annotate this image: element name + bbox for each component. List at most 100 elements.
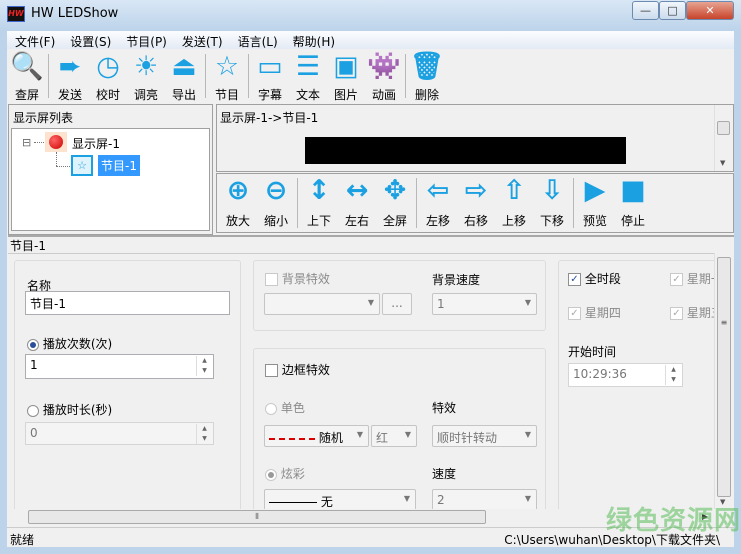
play-count-radio[interactable] xyxy=(27,338,39,351)
move-arrows-icon: ✥ xyxy=(383,175,407,206)
toolbar-delete-button[interactable]: 🗑 删除 xyxy=(408,50,446,102)
start-time-label: 开始时间 xyxy=(568,345,617,359)
program-properties: 名称 节目-1 播放次数(次) 1 ▲ ▼ 播放时长(秒) 0 ▲ ▼ 背景特效 ▼ .… xyxy=(8,253,714,509)
monday-checkbox[interactable]: ✓ 星期一 xyxy=(670,270,714,287)
menu-file[interactable]: 文件(F) xyxy=(7,31,62,49)
title-bar: HW HW LEDShow — □ ✕ xyxy=(0,0,741,31)
play-count-value: 1 xyxy=(30,358,38,372)
separator xyxy=(248,54,249,98)
menu-help[interactable]: 帮助(H) xyxy=(285,31,342,49)
chevron-down-icon: ▼ xyxy=(403,494,410,503)
led-preview-canvas[interactable] xyxy=(305,137,626,164)
all-time-checkbox[interactable]: ✓ 全时段 xyxy=(568,270,621,287)
splitter[interactable] xyxy=(8,235,734,237)
move-right-button[interactable]: ⇨ 右移 xyxy=(457,174,495,232)
thursday-checkbox[interactable]: ✓ 星期四 xyxy=(568,304,621,321)
scrollbar-thumb[interactable]: ⦀ xyxy=(28,510,486,524)
zoom-out-button[interactable]: ⊖ 缩小 xyxy=(257,174,295,232)
colorful-style-select[interactable]: 无 ▼ xyxy=(264,489,416,509)
arrow-right-icon: ⇨ xyxy=(464,175,488,206)
color-select[interactable]: 红 ▼ xyxy=(371,425,417,447)
close-button[interactable]: ✕ xyxy=(686,1,734,20)
minimize-button[interactable]: — xyxy=(632,1,659,20)
play-count-input[interactable]: 1 ▲ ▼ xyxy=(25,354,214,379)
scrollbar-thumb[interactable]: ≡ xyxy=(717,257,731,497)
watermark: 绿色资源网 xyxy=(606,506,741,536)
effect-select[interactable]: 顺时针转动 ▼ xyxy=(432,425,537,447)
single-color-option[interactable]: 单色 xyxy=(265,399,305,416)
button-label: 节目 xyxy=(214,88,239,102)
main-toolbar: 🔍 查屏 ➨ 发送 ◷ 校时 ☀ 调亮 ⏏ 导出 ☆ 节目 ▭ 字幕 ☰ 文本 ▣ 图片 👾 动画 … xyxy=(8,50,446,102)
zoom-in-button[interactable]: ⊕ 放大 xyxy=(219,174,257,232)
bg-effect-browse-button[interactable]: ... xyxy=(382,293,412,315)
solid-line-swatch xyxy=(269,502,317,503)
spin-buttons[interactable]: ▲ ▼ xyxy=(196,424,212,444)
toolbar-program-button[interactable]: ☆ 节目 xyxy=(208,50,246,102)
play-duration-radio[interactable] xyxy=(27,404,39,417)
border-effect-checkbox[interactable]: 边框特效 xyxy=(265,361,330,378)
spin-buttons[interactable]: ▲ ▼ xyxy=(665,365,681,385)
bg-speed-select[interactable]: 1 ▼ xyxy=(432,293,537,315)
toolbar-time-sync-button[interactable]: ◷ 校时 xyxy=(89,50,127,102)
toolbar-export-button[interactable]: ⏏ 导出 xyxy=(165,50,203,102)
chevron-down-icon: ▼ xyxy=(356,430,363,439)
menu-send[interactable]: 发送(T) xyxy=(174,31,230,49)
single-color-label: 单色 xyxy=(280,401,305,415)
colorful-option[interactable]: 炫彩 xyxy=(265,465,305,482)
play-duration-input[interactable]: 0 ▲ ▼ xyxy=(25,422,214,445)
menu-bar: 文件(F) 设置(S) 节目(P) 发送(T) 语言(L) 帮助(H) xyxy=(7,31,734,49)
tree-item-screen[interactable]: 显示屏-1 xyxy=(72,135,120,152)
arrow-down-icon: ⇩ xyxy=(540,175,564,206)
toolbar-brightness-button[interactable]: ☀ 调亮 xyxy=(127,50,165,102)
menu-program[interactable]: 节目(P) xyxy=(118,31,174,49)
border-effect-label: 边框特效 xyxy=(281,363,330,377)
separator xyxy=(573,178,574,228)
fit-horizontal-button[interactable]: ↔ 左右 xyxy=(338,174,376,232)
play-duration-option[interactable]: 播放时长(秒) xyxy=(27,401,112,418)
brightness-icon: ☀ xyxy=(133,51,159,82)
preview-vertical-scrollbar[interactable]: ▼ xyxy=(714,105,732,171)
send-arrow-icon: ➨ xyxy=(58,51,82,82)
tree-line xyxy=(56,152,57,166)
toolbar-check-screen-button[interactable]: 🔍 查屏 xyxy=(8,50,46,102)
scrollbar-thumb[interactable] xyxy=(717,121,730,135)
toolbar-picture-button[interactable]: ▣ 图片 xyxy=(327,50,365,102)
move-down-button[interactable]: ⇩ 下移 xyxy=(533,174,571,232)
friday-label: 星期五 xyxy=(686,306,714,320)
name-input[interactable]: 节目-1 xyxy=(25,291,230,315)
bg-speed-label: 背景速度 xyxy=(432,273,481,287)
tree-collapse-icon[interactable]: ⊟ xyxy=(22,136,31,149)
menu-language[interactable]: 语言(L) xyxy=(230,31,285,49)
start-time-input[interactable]: 10:29:36 ▲ ▼ xyxy=(568,363,683,387)
window-title: HW LEDShow xyxy=(31,6,119,21)
bg-effect-checkbox[interactable]: 背景特效 xyxy=(265,270,330,287)
maximize-button[interactable]: □ xyxy=(659,1,686,20)
move-up-button[interactable]: ⇧ 上移 xyxy=(495,174,533,232)
friday-checkbox[interactable]: ✓ 星期五 xyxy=(670,304,714,321)
preview-button[interactable]: ▶ 预览 xyxy=(576,174,614,232)
border-style-select[interactable]: 随机 ▼ xyxy=(264,425,369,447)
stop-button[interactable]: ■ 停止 xyxy=(614,174,652,232)
bg-effect-select[interactable]: ▼ xyxy=(264,293,380,315)
chevron-down-icon: ▼ xyxy=(367,298,374,307)
toolbar-text-button[interactable]: ☰ 文本 xyxy=(289,50,327,102)
move-left-button[interactable]: ⇦ 左移 xyxy=(419,174,457,232)
play-count-option[interactable]: 播放次数(次) xyxy=(27,335,112,352)
fit-vertical-button[interactable]: ↕ 上下 xyxy=(300,174,338,232)
toolbar-send-button[interactable]: ➨ 发送 xyxy=(51,50,89,102)
fullscreen-button[interactable]: ✥ 全屏 xyxy=(376,174,414,232)
app-logo-icon: HW xyxy=(7,6,25,22)
clock-icon: ◷ xyxy=(96,51,120,82)
spin-buttons[interactable]: ▲ ▼ xyxy=(196,356,212,376)
toolbar-subtitle-button[interactable]: ▭ 字幕 xyxy=(251,50,289,102)
form-vertical-scrollbar[interactable]: ≡ ▼ xyxy=(714,253,732,509)
toolbar-animation-button[interactable]: 👾 动画 xyxy=(365,50,403,102)
separator xyxy=(405,54,406,98)
stop-icon: ■ xyxy=(620,175,646,206)
button-label: 文本 xyxy=(295,88,320,102)
button-label: 字幕 xyxy=(257,88,282,102)
play-count-label: 播放次数(次) xyxy=(42,337,113,351)
speed-select[interactable]: 2 ▼ xyxy=(432,489,537,509)
menu-settings[interactable]: 设置(S) xyxy=(62,31,118,49)
tree-item-program[interactable]: 节目-1 xyxy=(98,155,140,176)
